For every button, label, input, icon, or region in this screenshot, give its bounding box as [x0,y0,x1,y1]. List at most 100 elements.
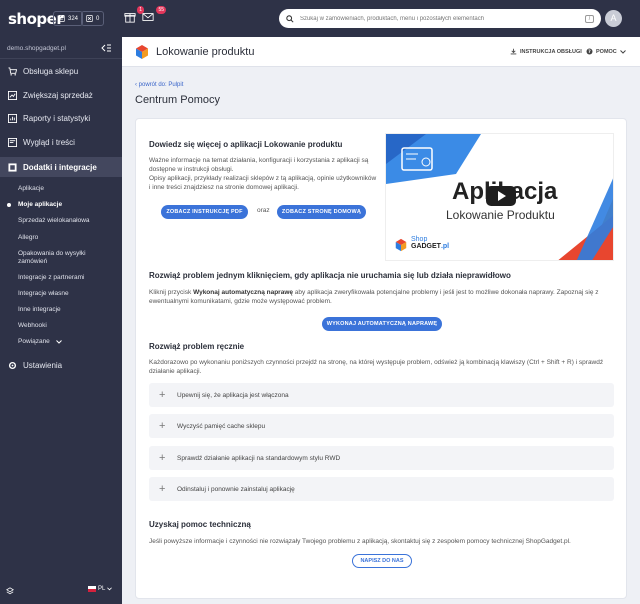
gear-icon [8,361,17,369]
brand-suffix: .pl [440,243,450,250]
sidebar-item-label: Dodatki i integracje [23,162,97,172]
chevron-down-icon [619,49,626,54]
mail-badge: 55 [156,6,166,14]
search-icon [286,14,294,23]
chevron-down-icon [107,587,113,591]
help-card: Dowiedz się więcej o aplikacji Lokowanie… [135,118,627,599]
video-thumbnail[interactable]: Aplikacja Lokowanie Produktu Shop GADGET… [385,133,614,261]
sidebar-item-ustawienia[interactable]: Ustawienia [0,355,122,375]
help-dropdown[interactable]: ? POMOC [586,48,626,55]
flag-pl-icon [88,586,96,592]
messages-count: 0 [96,15,100,22]
intro-text-1: Ważne informacje na temat działania, kon… [149,157,369,173]
plus-icon: + [159,483,166,495]
sidebar-item-label: Raporty i statystyki [23,113,91,123]
document-icon [58,15,65,22]
subnav-allegro[interactable]: Allegro [18,234,38,242]
subnav-moje-aplikacje[interactable]: Moje aplikacje [6,201,62,209]
instruction-link-label: INSTRUKCJA OBSŁUGI [520,48,582,55]
play-icon[interactable] [486,186,516,206]
sidebar-item-obsluga[interactable]: Obsługa sklepu [0,61,122,81]
brand-bottom: GADGET .pl [411,243,449,250]
download-icon [510,48,517,55]
sidebar-item-raporty[interactable]: Raporty i statystyki [0,108,122,128]
instruction-link[interactable]: INSTRUKCJA OBSŁUGI [510,48,582,55]
shopgadget-logo-icon [395,238,407,252]
gift-icon[interactable]: 1 [124,6,144,25]
intro-title: Dowiedz się więcej o aplikacji Lokowanie… [149,140,343,149]
top-bar: shoper 324 0 1 55 / A [0,0,640,37]
step-label: Upewnij się, że aplikacja jest włączona [177,391,289,399]
svg-text:?: ? [588,49,591,55]
sidebar-item-wyglad[interactable]: Wygląd i treści [0,132,122,152]
cart-icon [8,66,17,76]
messages-chip[interactable]: 0 [81,11,105,26]
step-label: Wyczyść pamięć cache sklepu [177,422,266,430]
search-shortcut: / [585,14,594,23]
collapse-sidebar-icon[interactable] [101,44,111,52]
support-text: Jeśli powyższe informacje i czynności ni… [149,538,571,545]
step-label: Odinstaluj i ponownie zainstaluj aplikac… [177,485,295,493]
search-input[interactable] [299,15,580,22]
report-icon [8,113,17,123]
subnav-powiazane[interactable]: Powiązane [18,338,62,346]
back-link[interactable]: ‹ powrót do: Pulpit [135,82,183,88]
subnav-aplikacje[interactable]: Aplikacje [18,185,44,193]
intro-text-2: Opisy aplikacji, przykłady realizacji sk… [149,175,377,191]
support-title: Uzyskaj pomoc techniczną [149,520,251,529]
brand-top: Shop [411,236,428,243]
auto-fix-text-pre: Kliknij przycisk [149,289,194,296]
subnav-opakowania[interactable]: Opakowania do wysyłki zamówień [18,250,113,266]
sidebar-item-label: Ustawienia [23,360,63,370]
avatar[interactable]: A [605,10,622,27]
back-link-label: powrót do: Pulpit [138,82,184,88]
hourglass-icon [86,15,93,22]
subnav-webhooki[interactable]: Webhooki [18,322,47,330]
step-item[interactable]: + Wyczyść pamięć cache sklepu [149,414,614,438]
contact-us-button[interactable]: NAPISZ DO NAS [352,554,412,568]
plus-icon: + [159,420,166,432]
plus-icon: + [159,452,166,464]
language-label: PL [98,586,106,592]
help-label: POMOC [596,48,617,55]
brand-name: GADGET [411,243,441,250]
orders-chip[interactable]: 324 [53,11,84,26]
app-title: Lokowanie produktu [156,46,255,58]
step-item[interactable]: + Upewnij się, że aplikacja jest włączon… [149,383,614,407]
manual-fix-text: Każdorazowo po wykonaniu poniższych czyn… [149,359,604,375]
app-header: Lokowanie produktu INSTRUKCJA OBSŁUGI ? … [122,37,640,67]
sidebar-item-label: Wygląd i treści [23,137,75,147]
video-title-small: Lokowanie Produktu [446,208,555,222]
search-bar[interactable]: / [279,9,601,28]
sidebar-item-label: Obsługa sklepu [23,66,79,76]
subnav-integracje-partnerzy[interactable]: Integracje z partnerami [18,274,84,282]
auto-fix-text: Kliknij przycisk Wykonaj automatyczną na… [149,289,604,306]
sidebar-item-dodatki[interactable]: Dodatki i integracje [0,157,122,177]
subnav-integracje-wlasne[interactable]: Integracje własne [18,290,69,298]
auto-fix-title: Rozwiąż problem jednym kliknięciem, gdy … [149,271,511,280]
view-homepage-button[interactable]: ZOBACZ STRONĘ DOMOWĄ [277,205,366,219]
step-item[interactable]: + Odinstaluj i ponownie zainstaluj aplik… [149,477,614,501]
auto-fix-text-bold: Wykonaj automatyczną naprawę [193,289,293,296]
mail-icon[interactable]: 55 [142,6,166,25]
sidebar-item-label: Zwiększaj sprzedaż [23,90,93,100]
auto-fix-button[interactable]: WYKONAJ AUTOMATYCZNĄ NAPRAWĘ [322,317,442,331]
step-item[interactable]: + Sprawdź działanie aplikacji na standar… [149,446,614,470]
subnav-sprzedaz-wielokanalowa[interactable]: Sprzedaż wielokanałowa [18,217,90,225]
sidebar-item-sprzedaz[interactable]: Zwiększaj sprzedaż [0,85,122,105]
language-switcher[interactable]: PL [88,586,113,592]
app-logo-icon [136,45,148,59]
puzzle-icon [8,162,17,172]
help-icon: ? [586,48,593,55]
manual-fix-title: Rozwiąż problem ręcznie [149,342,245,351]
chevron-down-icon [55,340,62,344]
layers-icon[interactable] [6,587,14,595]
store-name[interactable]: demo.shopgadget.pl [7,45,66,52]
plus-icon: + [159,389,166,401]
sidebar: demo.shopgadget.pl Obsługa sklepu Zwięks… [0,37,122,604]
sidebar-footer: PL [0,578,122,604]
view-pdf-button[interactable]: ZOBACZ INSTRUKCJĘ PDF [161,205,248,219]
main-content: Lokowanie produktu INSTRUKCJA OBSŁUGI ? … [122,37,640,604]
chart-up-icon [8,90,17,100]
subnav-inne-integracje[interactable]: Inne integracje [18,306,61,314]
